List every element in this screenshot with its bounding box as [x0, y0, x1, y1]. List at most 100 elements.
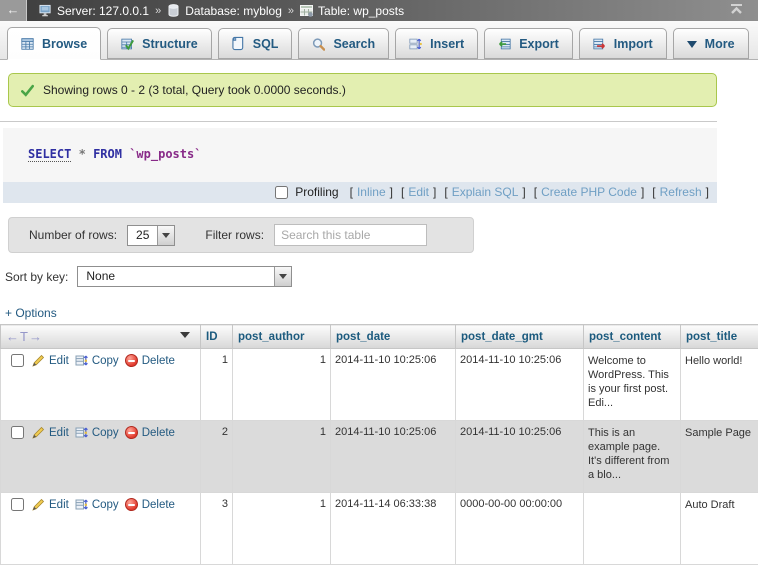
status-message-text: Showing rows 0 - 2 (3 total, Query took …: [43, 83, 346, 97]
bracket: [: [534, 185, 537, 199]
cell-id: 2: [201, 421, 233, 493]
rows-per-page-select[interactable]: 25: [127, 225, 175, 246]
sort-row: Sort by key: None: [5, 266, 758, 287]
delete-link[interactable]: Delete: [125, 426, 175, 439]
sql-query-box: SELECT * FROM `wp_posts`: [3, 128, 717, 182]
cell-id: 1: [201, 349, 233, 421]
tab-insert[interactable]: Insert: [395, 28, 478, 59]
copy-link[interactable]: Copy: [75, 498, 119, 511]
collapse-icon[interactable]: [729, 4, 744, 18]
query-tool-link[interactable]: Inline: [357, 185, 386, 199]
sql-keyword-select[interactable]: SELECT: [28, 147, 71, 162]
query-tools-strip: Profiling [Inline][Edit][Explain SQL][Cr…: [3, 182, 717, 203]
tab-bar: Browse Structure SQL Search Insert Expor…: [0, 21, 758, 60]
edit-label: Edit: [49, 427, 69, 439]
breadcrumb-table[interactable]: Table: wp_posts: [300, 4, 404, 18]
breadcrumb-server[interactable]: Server: 127.0.0.1: [39, 4, 149, 18]
status-message: Showing rows 0 - 2 (3 total, Query took …: [8, 73, 717, 107]
delete-link[interactable]: Delete: [125, 354, 175, 367]
query-links: [Inline][Edit][Explain SQL][Create PHP C…: [346, 185, 709, 199]
query-tool-link[interactable]: Explain SQL: [452, 185, 519, 199]
breadcrumb-separator: »: [155, 5, 161, 17]
row-checkbox[interactable]: [11, 426, 24, 439]
row-actions-cell: Edit Copy Delete: [1, 421, 201, 493]
column-header-post-title[interactable]: post_title: [681, 325, 758, 349]
cell-post-title: Auto Draft: [681, 493, 758, 565]
bracket: ]: [706, 185, 709, 199]
tab-browse[interactable]: Browse: [7, 27, 101, 60]
profiling-checkbox[interactable]: [275, 186, 288, 199]
header-options-cell: ←T→: [1, 325, 201, 349]
row-controls-bar: Number of rows: 25 Filter rows:: [8, 217, 474, 253]
column-header-id[interactable]: ID: [201, 325, 233, 349]
table-body: Edit Copy Delete 1 1 2014-11-10 10:25:06…: [1, 349, 758, 565]
copy-label: Copy: [92, 499, 119, 511]
edit-link[interactable]: Edit: [32, 498, 69, 511]
sort-by-key-select[interactable]: None: [77, 266, 292, 287]
row-checkbox[interactable]: [11, 498, 24, 511]
chevron-down-icon: [687, 41, 697, 53]
cell-post-date: 2014-11-14 06:33:38: [331, 493, 456, 565]
cell-post-date-gmt: 2014-11-10 10:25:06: [456, 421, 584, 493]
select-dropdown-button[interactable]: [157, 226, 174, 245]
cell-post-author: 1: [233, 421, 331, 493]
structure-icon: [121, 37, 134, 50]
row-actions-cell: Edit Copy Delete: [1, 493, 201, 565]
query-link-group: [Edit]: [401, 185, 436, 199]
edit-link[interactable]: Edit: [32, 354, 69, 367]
back-button[interactable]: ←: [0, 0, 27, 21]
chevron-down-icon: [279, 274, 287, 283]
edit-link[interactable]: Edit: [32, 426, 69, 439]
tab-sql-label: SQL: [253, 37, 279, 51]
sort-by-key-label: Sort by key:: [5, 270, 68, 284]
cell-post-author: 1: [233, 349, 331, 421]
bracket: [: [350, 185, 353, 199]
query-tool-link[interactable]: Refresh: [660, 185, 702, 199]
edit-pencil-icon: [32, 498, 45, 511]
tab-import[interactable]: Import: [579, 28, 667, 59]
tab-structure[interactable]: Structure: [107, 28, 212, 59]
sort-by-key-value: None: [78, 267, 274, 286]
rows-per-page-value: 25: [128, 226, 157, 245]
cell-post-title: Hello world!: [681, 349, 758, 421]
row-checkbox[interactable]: [11, 354, 24, 367]
filter-rows-input[interactable]: [274, 224, 427, 246]
column-header-post-date[interactable]: post_date: [331, 325, 456, 349]
copy-label: Copy: [92, 355, 119, 367]
database-icon: [167, 4, 180, 17]
bracket: ]: [390, 185, 393, 199]
tab-export[interactable]: Export: [484, 28, 573, 59]
delete-link[interactable]: Delete: [125, 498, 175, 511]
column-header-post-date-gmt[interactable]: post_date_gmt: [456, 325, 584, 349]
column-header-post-author[interactable]: post_author: [233, 325, 331, 349]
delete-icon: [125, 354, 138, 367]
query-tool-link[interactable]: Edit: [408, 185, 429, 199]
table-row: Edit Copy Delete 3 1 2014-11-14 06:33:38…: [1, 493, 758, 565]
tab-search[interactable]: Search: [298, 28, 389, 59]
query-tool-link[interactable]: Create PHP Code: [541, 185, 637, 199]
import-icon: [593, 37, 606, 50]
table-options-icon[interactable]: ←T→: [6, 329, 43, 344]
edit-pencil-icon: [32, 426, 45, 439]
tab-sql[interactable]: SQL: [218, 28, 293, 59]
breadcrumb-database[interactable]: Database: myblog: [167, 4, 282, 18]
copy-link[interactable]: Copy: [75, 426, 119, 439]
server-icon: [39, 4, 52, 17]
chevron-down-icon: [162, 233, 170, 242]
tab-insert-label: Insert: [430, 37, 464, 51]
tab-more[interactable]: More: [673, 28, 749, 59]
column-header-post-content[interactable]: post_content: [584, 325, 681, 349]
table-icon: [300, 4, 313, 17]
profiling-label: Profiling: [295, 185, 338, 199]
copy-link[interactable]: Copy: [75, 354, 119, 367]
cell-post-content: [584, 493, 681, 565]
options-toggle-link[interactable]: + Options: [5, 306, 57, 320]
export-icon: [498, 37, 511, 50]
bracket: [: [652, 185, 655, 199]
select-dropdown-button[interactable]: [274, 267, 291, 286]
breadcrumb-server-label: Server: 127.0.0.1: [57, 4, 149, 18]
insert-icon: [409, 37, 422, 50]
query-link-group: [Explain SQL]: [444, 185, 525, 199]
column-visibility-dropdown-icon[interactable]: [180, 332, 190, 343]
copy-label: Copy: [92, 427, 119, 439]
